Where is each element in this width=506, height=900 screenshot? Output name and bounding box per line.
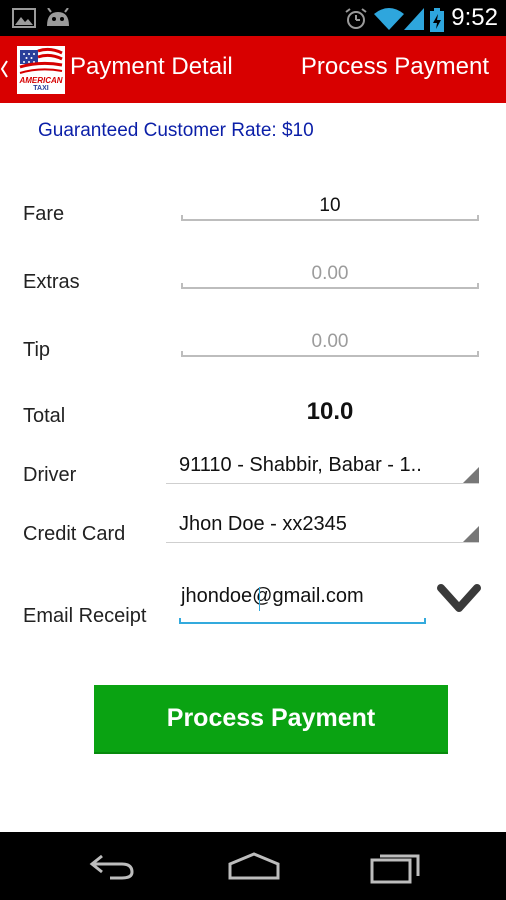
extras-placeholder: 0.00 [311,263,349,284]
guaranteed-rate-text: Guaranteed Customer Rate: $10 [38,120,314,141]
signal-icon [404,8,424,34]
home-icon[interactable] [226,850,282,886]
spinner-corner-icon [463,467,479,483]
page-title: Payment Detail [70,53,233,80]
status-time: 9:52 [451,4,498,31]
total-value: 10.0 [306,398,354,425]
back-icon[interactable] [86,850,138,886]
svg-text:AMERICAN: AMERICAN [18,76,62,85]
svg-text:TAXI: TAXI [33,85,48,92]
email-receipt-label: Email Receipt [23,605,147,627]
process-payment-action[interactable]: Process Payment [301,53,489,81]
fare-underline [181,219,479,221]
app-logo[interactable]: AMERICAN TAXI [17,46,65,94]
tip-input[interactable]: 0.00 [181,329,479,357]
up-caret-icon[interactable] [0,36,8,103]
extras-input[interactable]: 0.00 [181,261,479,289]
navigation-bar [0,832,506,900]
status-bar: 9:52 [0,0,506,36]
chevron-down-icon[interactable] [437,582,481,616]
tip-label: Tip [23,339,51,361]
action-bar: AMERICAN TAXI Payment Detail Process Pay… [0,36,506,103]
extras-label: Extras [23,271,80,293]
text-cursor [259,587,260,611]
recents-icon[interactable] [368,850,422,888]
process-payment-button[interactable]: Process Payment [94,685,448,754]
credit-card-label: Credit Card [23,523,126,545]
wifi-icon [374,8,404,34]
android-icon [44,7,72,32]
driver-label: Driver [23,464,77,486]
fare-input[interactable]: 10 [181,193,479,221]
credit-card-value: Jhon Doe - xx2345 [179,513,347,535]
driver-spinner[interactable]: 91110 - Shabbir, Babar - 1.. [166,454,479,484]
email-input[interactable]: jhondoe@gmail.com [179,582,426,624]
credit-card-spinner[interactable]: Jhon Doe - xx2345 [166,513,479,543]
fare-label: Fare [23,203,65,225]
spinner-corner-icon [463,526,479,542]
tip-placeholder: 0.00 [311,331,349,352]
battery-icon [429,8,445,36]
alarm-icon [344,8,368,34]
gallery-icon [12,8,36,32]
total-label: Total [23,405,66,427]
fare-value: 10 [319,195,341,216]
email-value: jhondoe@gmail.com [181,585,364,607]
driver-value: 91110 - Shabbir, Babar - 1.. [179,454,422,476]
